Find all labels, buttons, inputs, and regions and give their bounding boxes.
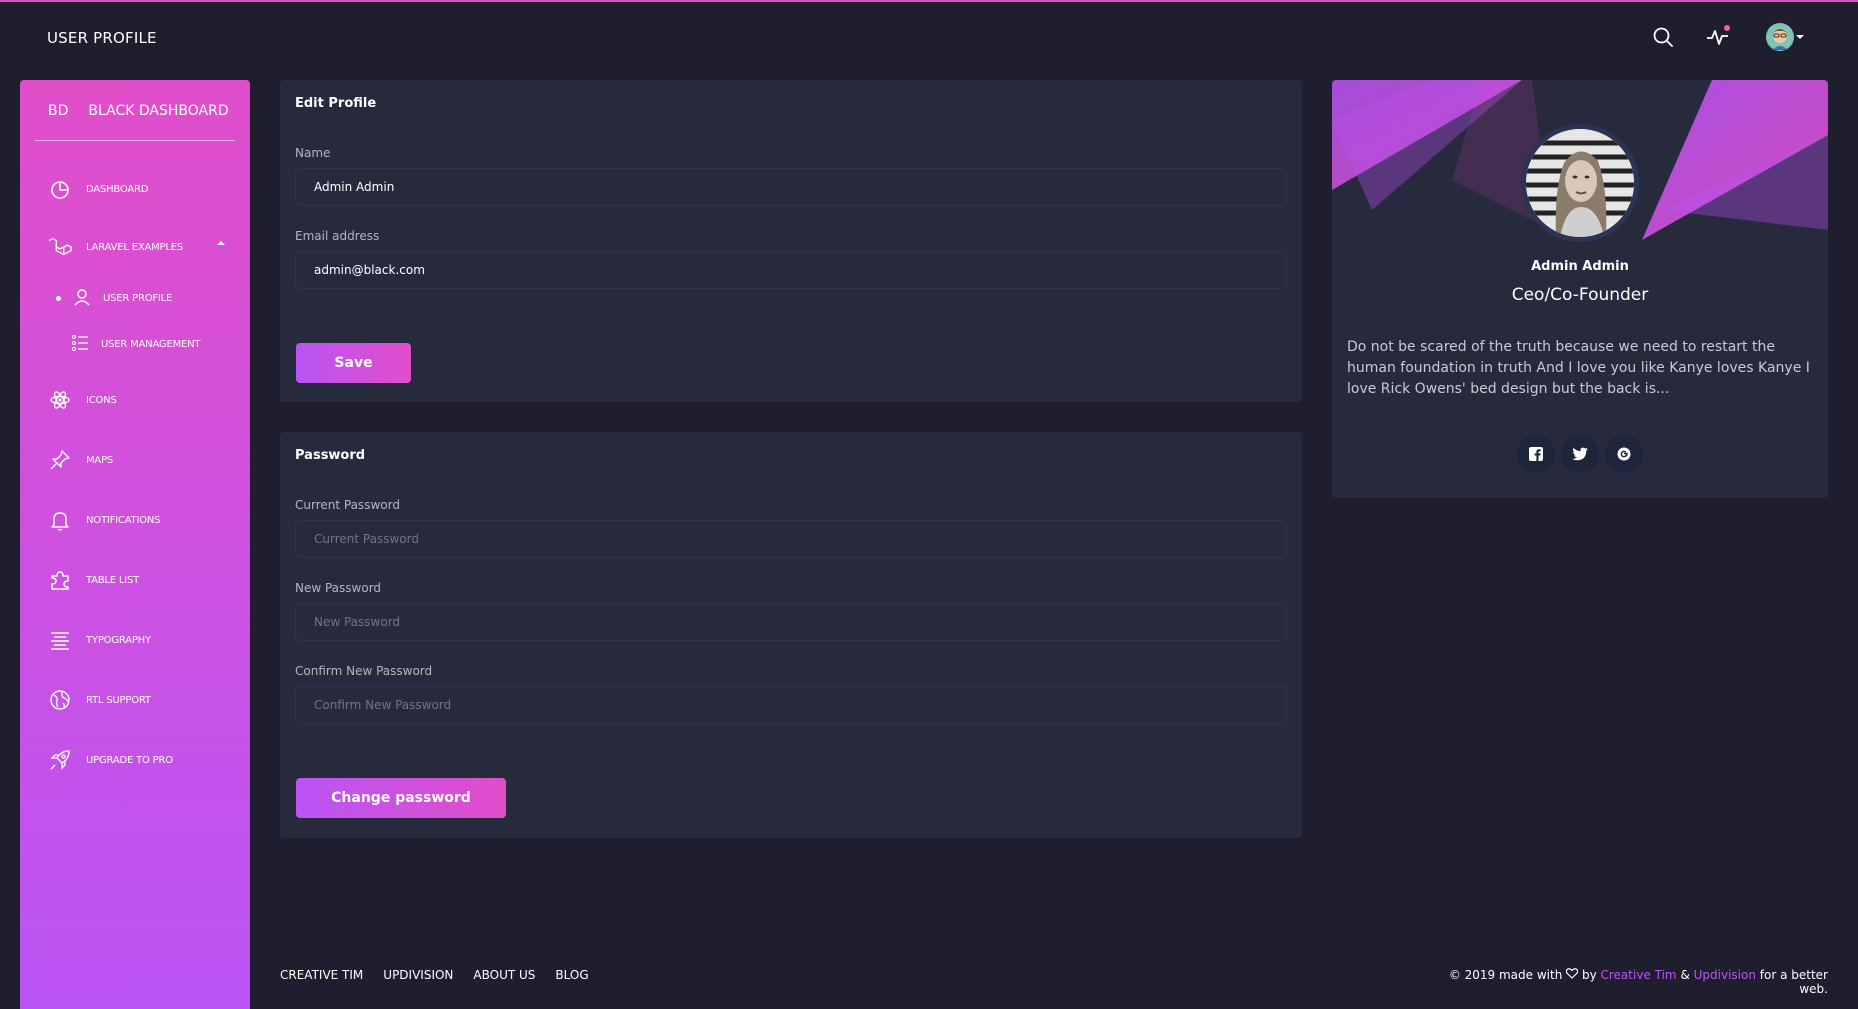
- active-indicator: [56, 296, 61, 301]
- google-icon[interactable]: [1605, 435, 1643, 473]
- save-button[interactable]: Save: [296, 343, 411, 383]
- sidebar-item-maps[interactable]: MAPS: [48, 448, 113, 472]
- new-password-input[interactable]: [295, 603, 1287, 641]
- page-title: USER PROFILE: [47, 29, 157, 47]
- sidebar-subitem-label: USER MANAGEMENT: [101, 339, 201, 350]
- sidebar-item-notifications[interactable]: NOTIFICATIONS: [48, 508, 161, 532]
- profile-role: Ceo/Co-Founder: [1511, 285, 1649, 305]
- sidebar-item-rtl-support[interactable]: RTL SUPPORT: [48, 688, 151, 712]
- sidebar-item-table-list[interactable]: TABLE LIST: [48, 568, 139, 592]
- chevron-up-icon[interactable]: [217, 241, 225, 245]
- profile-name: Admin Admin: [1531, 259, 1629, 274]
- sidebar-item-label: MAPS: [86, 454, 114, 466]
- notification-dot: [1724, 25, 1730, 31]
- list-icon: [71, 334, 89, 355]
- puzzle-icon: [48, 568, 72, 592]
- creative-tim-link[interactable]: Creative Tim: [1601, 968, 1677, 982]
- profile-description: Do not be scared of the truth because we…: [1347, 339, 1810, 397]
- sidebar-item-label: NOTIFICATIONS: [86, 514, 161, 526]
- sidebar-item-dashboard[interactable]: DASHBOARD: [48, 177, 149, 201]
- current-password-label: Current Password: [295, 498, 400, 512]
- sidebar-item-label: LARAVEL EXAMPLES: [86, 241, 184, 253]
- footer-nav: CREATIVE TIM UPDIVISION ABOUT US BLOG: [280, 968, 589, 982]
- email-label: Email address: [295, 229, 380, 243]
- brand-short: BD: [48, 103, 69, 119]
- user-icon: [73, 288, 91, 309]
- footer-link-blog[interactable]: BLOG: [555, 968, 588, 982]
- facebook-icon[interactable]: [1517, 435, 1555, 473]
- avatar-icon: [1766, 23, 1794, 51]
- card-title: Edit Profile: [295, 96, 377, 111]
- search-icon[interactable]: [1648, 22, 1678, 52]
- pie-chart-icon: [48, 177, 72, 201]
- sidebar: BD BLACK DASHBOARD DASHBOARD LARAVEL EXA…: [20, 80, 250, 1009]
- sidebar-item-label: UPGRADE TO PRO: [86, 754, 173, 766]
- notifications-pulse-icon[interactable]: [1703, 22, 1733, 52]
- align-center-icon: [48, 628, 72, 652]
- edit-profile-card: Edit Profile Name Email address Save: [280, 80, 1302, 402]
- chevron-down-icon: [1796, 35, 1804, 39]
- user-menu[interactable]: [1762, 22, 1808, 52]
- footer-link-creative-tim[interactable]: CREATIVE TIM: [280, 968, 363, 982]
- atom-icon: [48, 388, 72, 412]
- sidebar-item-laravel-examples[interactable]: LARAVEL EXAMPLES: [48, 235, 183, 259]
- footer-copyright: © 2019 made with by Creative Tim & Updiv…: [1438, 968, 1828, 996]
- copyright-suffix: for a better web.: [1759, 968, 1828, 996]
- avatar: [1521, 124, 1639, 242]
- name-label: Name: [295, 146, 331, 160]
- laravel-icon: [48, 235, 72, 259]
- pin-icon: [48, 448, 72, 472]
- updivision-link[interactable]: Updivision: [1694, 968, 1756, 982]
- new-password-label: New Password: [295, 581, 382, 595]
- user-profile-card: Admin Admin Ceo/Co-Founder Do not be sca…: [1332, 80, 1828, 498]
- twitter-icon[interactable]: [1561, 435, 1599, 473]
- email-input[interactable]: [295, 251, 1287, 289]
- sidebar-item-label: TYPOGRAPHY: [86, 634, 151, 646]
- rocket-icon: [48, 748, 72, 772]
- divider: [35, 140, 235, 141]
- heart-icon: [1565, 968, 1579, 982]
- footer-link-updivision[interactable]: UPDIVISION: [383, 968, 453, 982]
- confirm-password-label: Confirm New Password: [295, 664, 433, 678]
- sidebar-item-label: ICONS: [86, 394, 117, 406]
- confirm-password-input[interactable]: [295, 686, 1287, 724]
- sidebar-subitem-user-management[interactable]: USER MANAGEMENT: [71, 334, 201, 355]
- sidebar-item-label: TABLE LIST: [86, 574, 140, 586]
- sidebar-item-typography[interactable]: TYPOGRAPHY: [48, 628, 151, 652]
- copyright-prefix: © 2019 made with: [1448, 968, 1563, 982]
- sidebar-item-icons[interactable]: ICONS: [48, 388, 117, 412]
- brand[interactable]: BD BLACK DASHBOARD: [48, 103, 229, 119]
- top-navbar: USER PROFILE: [0, 2, 1858, 72]
- sidebar-item-label: DASHBOARD: [86, 183, 149, 195]
- sidebar-subitem-user-profile[interactable]: USER PROFILE: [56, 288, 172, 309]
- current-password-input[interactable]: [295, 520, 1287, 558]
- password-card: Password Current Password New Password C…: [280, 432, 1302, 838]
- name-input[interactable]: [295, 168, 1287, 206]
- change-password-button[interactable]: Change password: [296, 778, 506, 818]
- footer-link-about-us[interactable]: ABOUT US: [473, 968, 535, 982]
- sidebar-subitem-label: USER PROFILE: [103, 293, 173, 304]
- bell-icon: [48, 508, 72, 532]
- copyright-by: by: [1581, 968, 1597, 982]
- profile-photo: [1526, 129, 1634, 237]
- sidebar-item-upgrade[interactable]: UPGRADE TO PRO: [48, 748, 173, 772]
- sidebar-item-label: RTL SUPPORT: [86, 694, 151, 706]
- world-icon: [48, 688, 72, 712]
- copyright-amp: &: [1680, 968, 1690, 982]
- card-title: Password: [295, 448, 366, 463]
- brand-name: BLACK DASHBOARD: [88, 103, 229, 119]
